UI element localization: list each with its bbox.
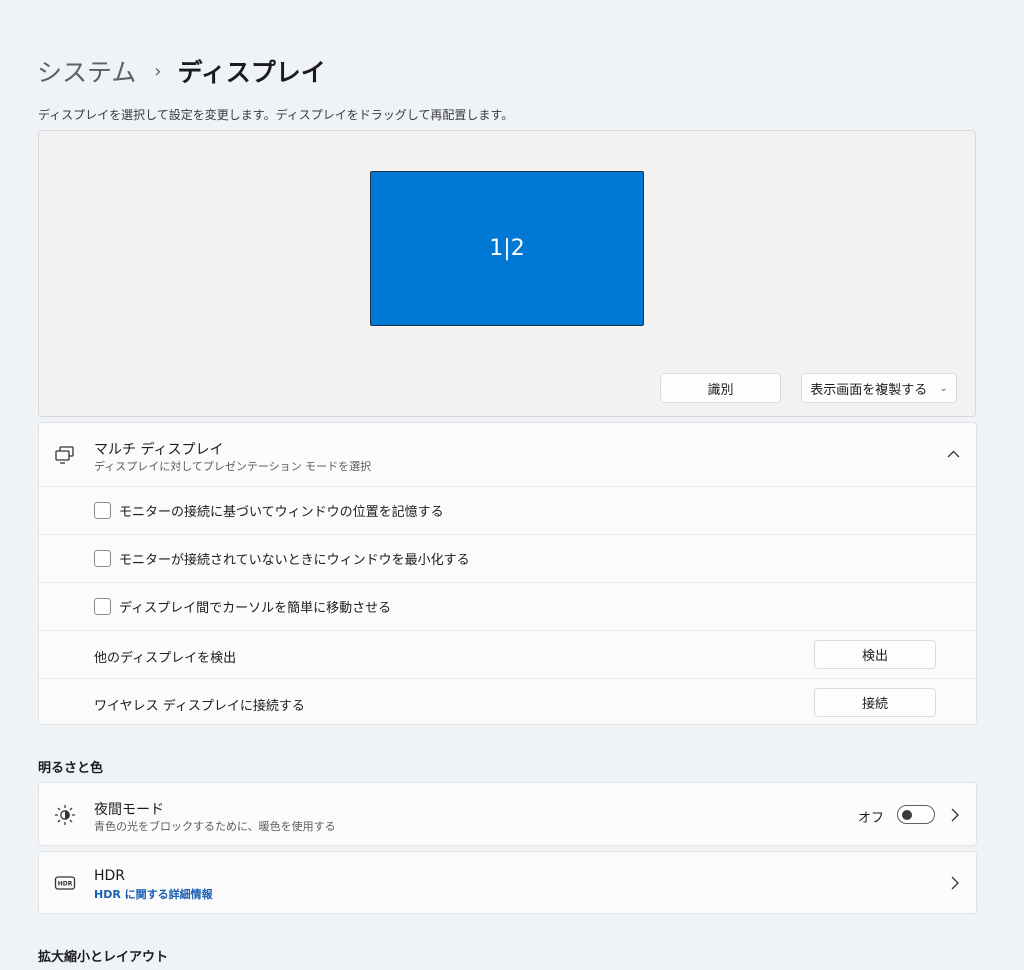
chevron-down-icon: ⌄: [939, 382, 948, 394]
detect-button[interactable]: 検出: [814, 640, 936, 669]
night-light-title: 夜間モード: [94, 802, 164, 818]
night-light-card[interactable]: 夜間モード 青色の光をブロックするために、暖色を使用する オフ: [38, 782, 977, 846]
brightness-section-heading: 明るさと色: [38, 761, 104, 776]
night-light-icon: [54, 804, 76, 826]
display-mode-selected: 表示画面を複製する: [810, 382, 928, 398]
chevron-up-icon: [947, 450, 960, 458]
wireless-display-label: ワイヤレス ディスプレイに接続する: [94, 699, 305, 714]
monitor-1-2[interactable]: 1|2: [370, 171, 644, 326]
checkbox-minimize-windows[interactable]: [94, 550, 111, 567]
breadcrumb-separator: ›: [154, 60, 162, 82]
display-arrangement-panel: 1|2 識別 表示画面を複製する ⌄: [38, 130, 976, 417]
monitor-label: 1|2: [489, 236, 525, 261]
checkbox-row-minimize-windows: モニターが接続されていないときにウィンドウを最小化する: [39, 534, 976, 583]
multi-display-card: マルチ ディスプレイ ディスプレイに対してプレゼンテーション モードを選択 モニ…: [38, 422, 977, 725]
multi-display-subtitle: ディスプレイに対してプレゼンテーション モードを選択: [94, 460, 372, 473]
multi-display-header[interactable]: マルチ ディスプレイ ディスプレイに対してプレゼンテーション モードを選択: [39, 423, 976, 486]
checkbox-label: モニターの接続に基づいてウィンドウの位置を記憶する: [119, 505, 444, 520]
chevron-right-icon: [951, 808, 959, 822]
chevron-right-icon: [951, 876, 959, 890]
multi-display-icon: [55, 446, 74, 464]
checkbox-ease-cursor-movement[interactable]: [94, 598, 111, 615]
checkbox-row-ease-cursor-movement: ディスプレイ間でカーソルを簡単に移動させる: [39, 582, 976, 631]
hdr-icon: HDR: [54, 876, 76, 890]
connect-button-label: 接続: [861, 697, 888, 712]
night-light-subtitle: 青色の光をブロックするために、暖色を使用する: [94, 820, 336, 833]
checkbox-label: ディスプレイ間でカーソルを簡単に移動させる: [119, 601, 392, 616]
scale-layout-section-heading: 拡大縮小とレイアウト: [38, 950, 169, 965]
night-light-toggle[interactable]: [897, 805, 935, 824]
toggle-knob: [902, 809, 912, 820]
multi-display-title: マルチ ディスプレイ: [94, 442, 224, 458]
hdr-title: HDR: [94, 868, 126, 884]
breadcrumb-system-link[interactable]: システム: [37, 53, 136, 89]
identify-button[interactable]: 識別: [660, 373, 781, 403]
page-description: ディスプレイを選択して設定を変更します。ディスプレイをドラッグして再配置します。: [38, 108, 514, 122]
night-light-state-label: オフ: [857, 811, 884, 826]
checkbox-row-remember-window-positions: モニターの接続に基づいてウィンドウの位置を記憶する: [39, 486, 976, 535]
hdr-learn-more-link[interactable]: HDR に関する詳細情報: [94, 886, 213, 902]
checkbox-label: モニターが接続されていないときにウィンドウを最小化する: [119, 553, 470, 568]
detect-displays-label: 他のディスプレイを検出: [94, 651, 237, 666]
hdr-card[interactable]: HDR HDR HDR に関する詳細情報: [38, 851, 977, 914]
detect-button-label: 検出: [861, 649, 888, 664]
wireless-display-row: ワイヤレス ディスプレイに接続する 接続: [39, 678, 976, 726]
connect-button[interactable]: 接続: [814, 688, 936, 717]
identify-button-label: 識別: [707, 382, 734, 398]
breadcrumb: システム › ディスプレイ: [37, 53, 326, 89]
checkbox-remember-window-positions[interactable]: [94, 502, 111, 519]
display-mode-dropdown[interactable]: 表示画面を複製する ⌄: [801, 373, 957, 403]
detect-displays-row: 他のディスプレイを検出 検出: [39, 630, 976, 679]
svg-text:HDR: HDR: [58, 881, 73, 888]
page-title: ディスプレイ: [177, 58, 326, 87]
